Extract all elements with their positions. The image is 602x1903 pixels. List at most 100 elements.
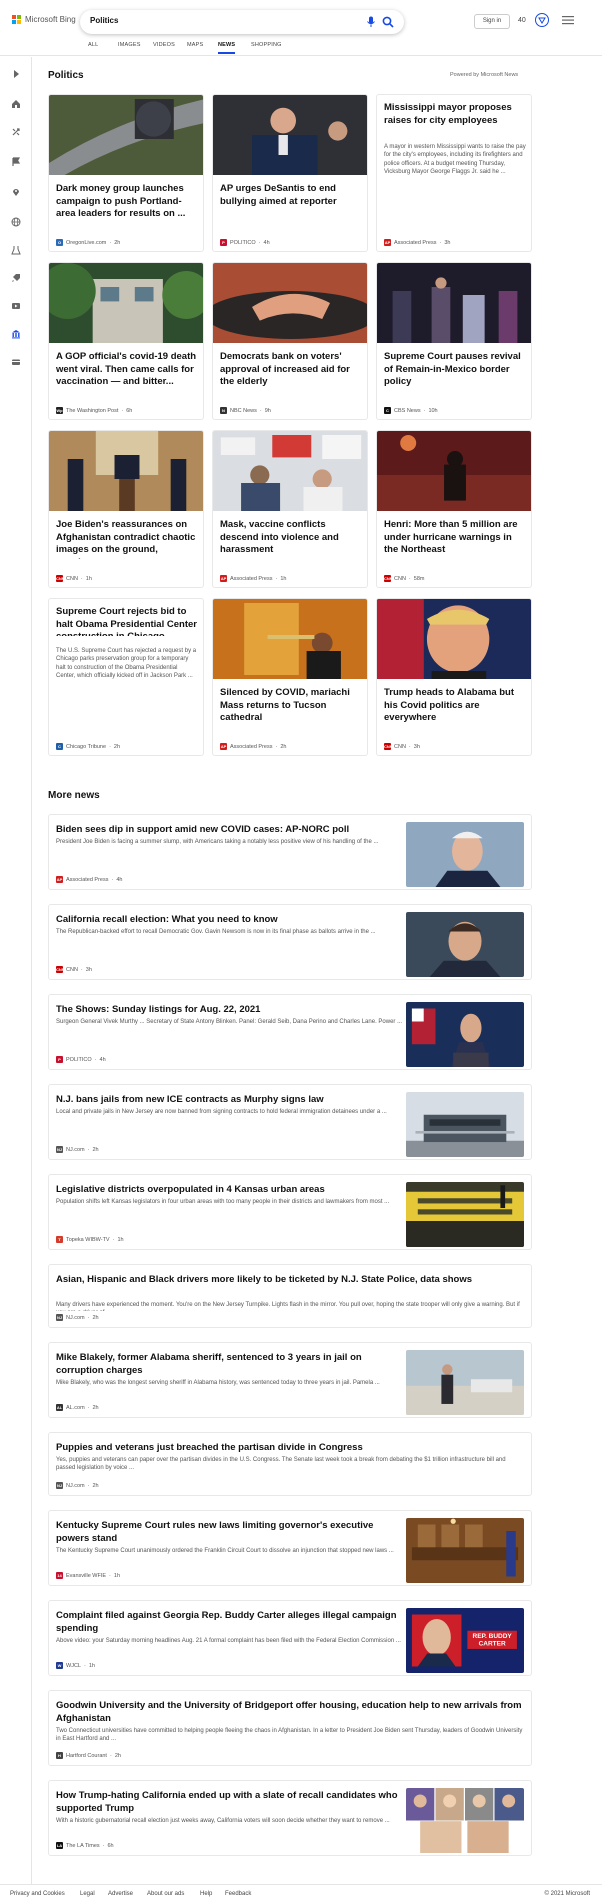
news-card-source[interactable]: NBC News xyxy=(230,408,257,414)
more-news-item[interactable]: How Trump-hating California ended up wit… xyxy=(48,1780,532,1856)
search-input[interactable]: Politics xyxy=(80,10,404,34)
more-news-title-link[interactable]: How Trump-hating California ended up wit… xyxy=(56,1790,408,1815)
footer-link-about-ads[interactable]: About our ads xyxy=(147,1891,184,1897)
news-card-title[interactable]: Silenced by COVID, mariachi Mass returns… xyxy=(220,687,362,725)
tab-all[interactable]: ALL xyxy=(88,42,98,56)
news-card[interactable]: Dark money group launches campaign to pu… xyxy=(48,94,204,252)
tab-shopping[interactable]: SHOPPING xyxy=(251,42,282,56)
more-news-title-link[interactable]: Legislative districts overpopulated in 4… xyxy=(56,1184,408,1197)
politics-icon[interactable] xyxy=(11,329,21,339)
more-news-item[interactable]: Asian, Hispanic and Black drivers more l… xyxy=(48,1264,532,1328)
science-icon[interactable] xyxy=(11,245,21,255)
news-card-title[interactable]: Trump heads to Alabama but his Covid pol… xyxy=(384,687,526,725)
news-card[interactable]: Trump heads to Alabama but his Covid pol… xyxy=(376,598,532,756)
tools-icon[interactable] xyxy=(11,127,21,137)
news-card-image[interactable] xyxy=(49,95,203,175)
more-news-title-link[interactable]: Goodwin University and the University of… xyxy=(56,1700,524,1725)
more-news-item[interactable]: Goodwin University and the University of… xyxy=(48,1690,532,1766)
tab-images[interactable]: IMAGES xyxy=(118,42,141,56)
location-icon[interactable] xyxy=(11,187,21,197)
news-card-image[interactable] xyxy=(377,431,531,511)
news-card[interactable]: Henri: More than 5 million are under hur… xyxy=(376,430,532,588)
news-card-source[interactable]: Associated Press xyxy=(230,576,273,582)
news-card-title[interactable]: Joe Biden's reassurances on Afghanistan … xyxy=(56,519,198,559)
more-news-title-link[interactable]: The Shows: Sunday listings for Aug. 22, … xyxy=(56,1004,408,1017)
news-card-source[interactable]: The Washington Post xyxy=(66,408,118,414)
tab-news[interactable]: NEWS xyxy=(218,42,236,56)
more-news-source[interactable]: Evansville WFIE xyxy=(66,1573,106,1579)
footer-link-feedback[interactable]: Feedback xyxy=(225,1891,251,1897)
news-card-image[interactable] xyxy=(49,263,203,343)
more-news-item[interactable]: The Shows: Sunday listings for Aug. 22, … xyxy=(48,994,532,1070)
more-news-source[interactable]: Associated Press xyxy=(66,877,109,883)
more-news-title-link[interactable]: Puppies and veterans just breached the p… xyxy=(56,1442,524,1455)
rocket-icon[interactable] xyxy=(11,273,21,283)
more-news-title-link[interactable]: Biden sees dip in support amid new COVID… xyxy=(56,824,408,837)
footer-link-help[interactable]: Help xyxy=(200,1891,212,1897)
more-news-item[interactable]: Kentucky Supreme Court rules new laws li… xyxy=(48,1510,532,1586)
news-card-title[interactable]: Dark money group launches campaign to pu… xyxy=(56,183,198,221)
more-news-title-link[interactable]: Asian, Hispanic and Black drivers more l… xyxy=(56,1274,524,1287)
news-card[interactable]: Mississippi mayor proposes raises for ci… xyxy=(376,94,532,252)
news-card-source[interactable]: OregonLive.com xyxy=(66,240,106,246)
news-card[interactable]: Joe Biden's reassurances on Afghanistan … xyxy=(48,430,204,588)
news-card[interactable]: Mask, vaccine conflicts descend into vio… xyxy=(212,430,368,588)
entertainment-icon[interactable] xyxy=(11,301,21,311)
news-card-image[interactable] xyxy=(213,431,367,511)
more-news-item[interactable]: Legislative districts overpopulated in 4… xyxy=(48,1174,532,1250)
news-card-source[interactable]: Associated Press xyxy=(394,240,437,246)
news-card-title[interactable]: Democrats bank on voters' approval of in… xyxy=(220,351,362,389)
news-card[interactable]: Supreme Court rejects bid to halt Obama … xyxy=(48,598,204,756)
news-card-source[interactable]: CNN xyxy=(394,576,406,582)
more-news-source[interactable]: Hartford Courant xyxy=(66,1753,107,1759)
more-news-title-link[interactable]: Kentucky Supreme Court rules new laws li… xyxy=(56,1520,408,1545)
news-card-title[interactable]: Supreme Court pauses revival of Remain-i… xyxy=(384,351,526,389)
microphone-icon[interactable] xyxy=(366,16,376,28)
more-news-image[interactable] xyxy=(406,1002,524,1067)
news-card-title[interactable]: AP urges DeSantis to end bullying aimed … xyxy=(220,183,362,208)
sign-in-button[interactable]: Sign in xyxy=(474,14,510,29)
news-card-image[interactable] xyxy=(377,599,531,679)
more-news-item[interactable]: Puppies and veterans just breached the p… xyxy=(48,1432,532,1496)
more-news-source[interactable]: CNN xyxy=(66,967,78,973)
news-card-title[interactable]: Mississippi mayor proposes raises for ci… xyxy=(384,102,526,127)
rewards-icon[interactable] xyxy=(534,12,550,28)
more-news-source[interactable]: POLITICO xyxy=(66,1057,92,1063)
news-card-source[interactable]: Associated Press xyxy=(230,744,273,750)
money-icon[interactable] xyxy=(11,357,21,367)
news-card[interactable]: Supreme Court pauses revival of Remain-i… xyxy=(376,262,532,420)
globe-icon[interactable] xyxy=(11,217,21,227)
news-card-source[interactable]: CNN xyxy=(66,576,78,582)
news-card[interactable]: A GOP official's covid-19 death went vir… xyxy=(48,262,204,420)
more-news-image[interactable]: REP. BUDDY CARTER xyxy=(406,1608,524,1673)
more-news-image[interactable] xyxy=(406,1788,524,1853)
news-card-title[interactable]: A GOP official's covid-19 death went vir… xyxy=(56,351,198,389)
more-news-source[interactable]: The LA Times xyxy=(66,1843,100,1849)
tab-videos[interactable]: VIDEOS xyxy=(153,42,175,56)
more-news-title-link[interactable]: Complaint filed against Georgia Rep. Bud… xyxy=(56,1610,408,1635)
more-news-title-link[interactable]: N.J. bans jails from new ICE contracts a… xyxy=(56,1094,408,1107)
more-news-source[interactable]: NJ.com xyxy=(66,1315,85,1321)
more-news-source[interactable]: NJ.com xyxy=(66,1483,85,1489)
news-card-source[interactable]: CBS News xyxy=(394,408,421,414)
bing-logo[interactable]: Microsoft Bing xyxy=(12,15,76,24)
news-card[interactable]: Democrats bank on voters' approval of in… xyxy=(212,262,368,420)
rewards-points[interactable]: 40 xyxy=(518,17,526,24)
more-news-title-link[interactable]: Mike Blakely, former Alabama sheriff, se… xyxy=(56,1352,408,1377)
news-card-source[interactable]: POLITICO xyxy=(230,240,256,246)
news-card[interactable]: AP urges DeSantis to end bullying aimed … xyxy=(212,94,368,252)
tab-maps[interactable]: MAPS xyxy=(187,42,203,56)
news-card-title[interactable]: Supreme Court rejects bid to halt Obama … xyxy=(56,606,198,636)
hamburger-menu-icon[interactable] xyxy=(562,15,574,25)
more-news-image[interactable] xyxy=(406,822,524,887)
search-icon[interactable] xyxy=(382,16,394,28)
more-news-item[interactable]: Biden sees dip in support amid new COVID… xyxy=(48,814,532,890)
news-card-title[interactable]: Mask, vaccine conflicts descend into vio… xyxy=(220,519,362,557)
news-card-image[interactable] xyxy=(213,263,367,343)
more-news-image[interactable] xyxy=(406,1350,524,1415)
news-card-image[interactable] xyxy=(49,431,203,511)
more-news-source[interactable]: Topeka WIBW-TV xyxy=(66,1237,110,1243)
search-query[interactable]: Politics xyxy=(90,16,118,25)
more-news-item[interactable]: N.J. bans jails from new ICE contracts a… xyxy=(48,1084,532,1160)
more-news-image[interactable] xyxy=(406,1092,524,1157)
